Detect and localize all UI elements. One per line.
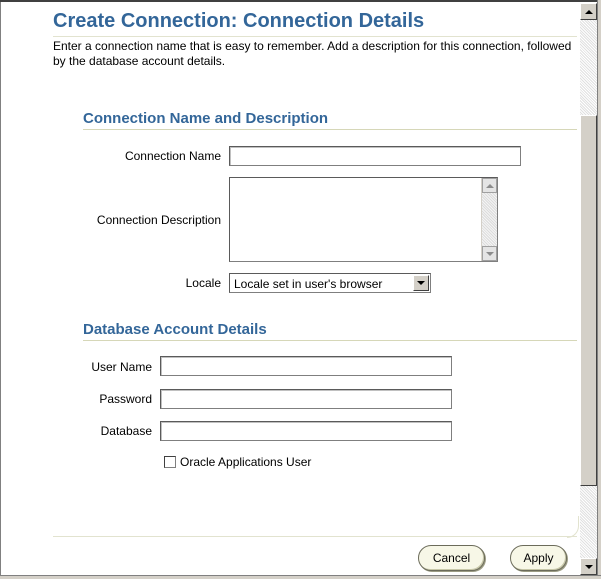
oracle-applications-user-checkbox[interactable] — [164, 456, 176, 468]
section-divider-database — [83, 340, 577, 341]
connection-description-label: Connection Description — [96, 213, 221, 227]
apply-button[interactable]: Apply — [510, 545, 567, 571]
window-scrollbar[interactable] — [580, 3, 597, 575]
section-heading-database: Database Account Details — [83, 321, 267, 338]
connection-name-input[interactable] — [229, 146, 521, 166]
oracle-applications-user-label[interactable]: Oracle Applications User — [180, 455, 311, 469]
window-right-edge — [597, 0, 601, 579]
window-bottom-edge — [0, 575, 601, 579]
page-title: Create Connection: Connection Details — [53, 10, 425, 32]
database-input[interactable] — [160, 421, 452, 441]
scroll-up-icon[interactable] — [482, 178, 497, 193]
title-divider — [53, 36, 577, 37]
textarea-scrollbar[interactable] — [481, 178, 497, 261]
username-input[interactable] — [160, 356, 452, 376]
window-top-edge — [0, 0, 601, 2]
username-label: User Name — [91, 360, 152, 374]
database-label: Database — [100, 424, 152, 438]
chevron-down-icon[interactable] — [413, 275, 429, 291]
connection-description-textarea[interactable] — [229, 177, 498, 262]
locale-select[interactable]: Locale set in user's browser — [229, 273, 431, 293]
page-instructions: Enter a connection name that is easy to … — [53, 39, 572, 68]
section-heading-connection: Connection Name and Description — [83, 110, 329, 127]
scroll-up-icon[interactable] — [580, 3, 597, 20]
password-input[interactable] — [160, 389, 452, 409]
scroll-down-icon[interactable] — [482, 246, 497, 261]
scroll-down-icon[interactable] — [580, 558, 597, 575]
locale-select-value: Locale set in user's browser — [234, 277, 383, 291]
section-divider-connection — [83, 129, 577, 130]
scrollbar-thumb[interactable] — [580, 115, 597, 486]
locale-label: Locale — [185, 276, 221, 290]
footer-divider — [53, 536, 577, 537]
cancel-button[interactable]: Cancel — [418, 545, 485, 571]
connection-name-label: Connection Name — [124, 149, 221, 163]
password-label: Password — [99, 392, 152, 406]
